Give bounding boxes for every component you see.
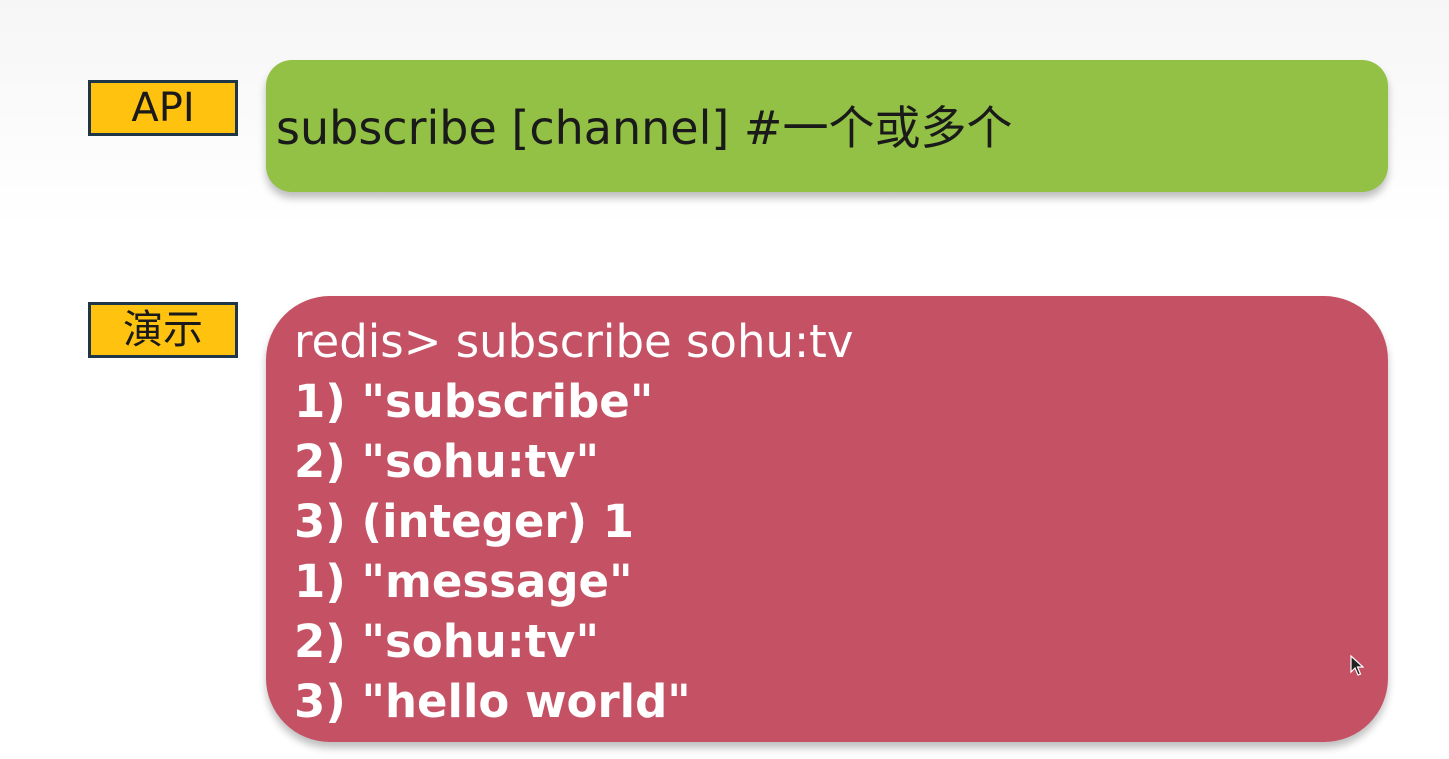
demo-output-line: 3) (integer) 1 [294,495,635,548]
api-panel: subscribe [channel] #一个或多个 [266,60,1388,192]
api-command-text: subscribe [channel] #一个或多个 [276,101,1013,155]
demo-output-line: 3) "hello world" [294,675,691,728]
demo-output-line: 1) "message" [294,555,633,608]
demo-output-line: 1) "subscribe" [294,375,654,428]
demo-command-line: redis> subscribe sohu:tv [294,315,854,368]
api-label-text: API [131,85,195,131]
slide: API subscribe [channel] #一个或多个 演示 redis>… [0,0,1449,759]
api-label: API [88,80,238,136]
demo-output-line: 2) "sohu:tv" [294,435,600,488]
demo-label-text: 演示 [123,307,203,353]
demo-panel: redis> subscribe sohu:tv 1) "subscribe" … [266,296,1388,742]
mouse-pointer-icon [1350,655,1364,676]
demo-output-line: 2) "sohu:tv" [294,615,600,668]
demo-label: 演示 [88,302,238,358]
